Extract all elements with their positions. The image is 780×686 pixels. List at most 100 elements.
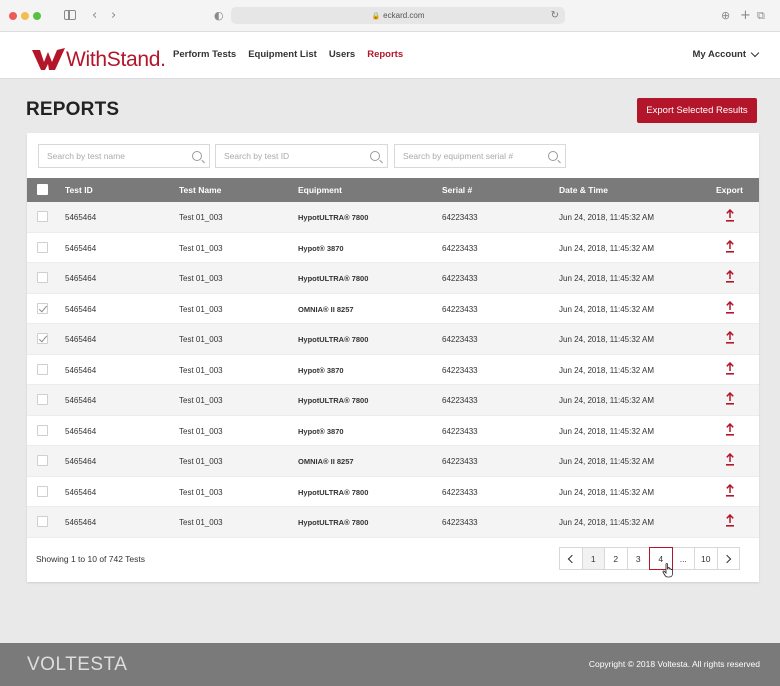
upload-icon[interactable] <box>725 483 735 498</box>
table-row[interactable]: 5465464 Test 01_003 HypotULTRA® 7800 642234… <box>27 324 759 355</box>
table-row[interactable]: 5465464 Test 01_003 HypotULTRA® 7800 642234… <box>27 385 759 416</box>
withstand-logo[interactable]: WithStand. <box>32 41 166 71</box>
footer-brand: VOLTESTA <box>27 654 128 675</box>
col-test-id[interactable]: Test ID <box>65 185 93 195</box>
upload-icon[interactable] <box>725 422 735 437</box>
nav-reports[interactable]: Reports <box>367 49 403 60</box>
table-row[interactable]: 5465464 Test 01_003 HypotULTRA® 7800 642234… <box>27 263 759 294</box>
cell-test-id: 5465464 <box>65 274 97 283</box>
cell-test-id: 5465464 <box>65 396 97 405</box>
reports-card: Search by test name Search by test ID Se… <box>27 133 759 582</box>
row-checkbox[interactable] <box>37 211 48 222</box>
upload-icon[interactable] <box>725 331 735 345</box>
nav-equipment-list[interactable]: Equipment List <box>248 49 317 60</box>
upload-icon[interactable] <box>725 453 735 467</box>
upload-icon[interactable] <box>725 209 735 223</box>
address-bar[interactable]: 🔒 eckard.com ↻ <box>231 7 565 24</box>
col-test-name[interactable]: Test Name <box>179 185 221 195</box>
cell-serial: 64223433 <box>442 304 478 314</box>
search-test-name-input[interactable]: Search by test name <box>38 144 210 168</box>
row-checkbox[interactable] <box>37 424 48 436</box>
row-checkbox[interactable] <box>37 516 48 527</box>
upload-icon[interactable] <box>725 361 735 376</box>
sidebar-toggle-icon[interactable] <box>64 10 76 20</box>
main-nav: Perform Tests Equipment List Users Repor… <box>173 49 403 60</box>
col-equipment[interactable]: Equipment <box>298 185 342 195</box>
cell-serial: 64223433 <box>442 518 478 527</box>
download-icon[interactable]: ⊕ <box>721 8 730 24</box>
nav-users[interactable]: Users <box>329 49 355 60</box>
export-selected-button[interactable]: Export Selected Results <box>637 98 757 123</box>
cell-serial: 64223433 <box>442 365 478 375</box>
page-title: REPORTS <box>26 99 120 120</box>
window-zoom-button[interactable] <box>33 12 41 20</box>
table-row[interactable]: 5465464 Test 01_003 OMNIA® II 8257 64223433… <box>27 294 759 324</box>
back-icon[interactable]: ‹ <box>92 8 97 24</box>
tabs-overview-icon[interactable]: ⧉ <box>757 8 765 24</box>
upload-icon[interactable] <box>725 300 735 315</box>
nav-perform-tests[interactable]: Perform Tests <box>173 49 236 60</box>
cell-test-name: Test 01_003 <box>179 243 223 253</box>
forward-icon[interactable]: › <box>111 8 116 24</box>
app-header: WithStand. Perform Tests Equipment List … <box>0 32 780 79</box>
cell-date-time: Jun 24, 2018, 11:45:32 AM <box>559 213 655 222</box>
lock-icon: 🔒 <box>371 13 381 20</box>
next-page-button[interactable] <box>716 547 740 570</box>
page-3-button[interactable]: 3 <box>626 547 650 570</box>
prev-page-button[interactable] <box>559 547 583 570</box>
page-10-button[interactable]: 10 <box>694 547 718 570</box>
upload-icon[interactable] <box>725 392 735 406</box>
cell-test-name: Test 01_003 <box>179 274 223 283</box>
table-row[interactable]: 5465464 Test 01_003 Hypot® 3870 64223433 Jun… <box>27 355 759 385</box>
upload-icon[interactable] <box>725 270 735 284</box>
upload-icon[interactable] <box>725 514 735 528</box>
table-row[interactable]: 5465464 Test 01_003 OMNIA® II 8257 64223433… <box>27 446 759 477</box>
cell-serial: 64223433 <box>442 457 478 466</box>
new-tab-icon[interactable]: + <box>740 8 751 24</box>
my-account-menu[interactable]: My Account <box>692 48 760 60</box>
search-serial-input[interactable]: Search by equipment serial # <box>394 144 566 168</box>
col-export: Export <box>716 185 743 195</box>
reload-icon[interactable]: ↻ <box>551 7 559 24</box>
chevron-down-icon <box>750 48 760 58</box>
row-checkbox[interactable] <box>37 485 48 497</box>
cell-serial: 64223433 <box>442 335 478 344</box>
privacy-shield-icon[interactable]: ◐ <box>214 8 224 24</box>
row-checkbox[interactable] <box>37 241 48 253</box>
cell-test-name: Test 01_003 <box>179 426 223 436</box>
table-row[interactable]: 5465464 Test 01_003 HypotULTRA® 7800 642234… <box>27 507 759 538</box>
cell-test-name: Test 01_003 <box>179 304 223 314</box>
cell-serial: 64223433 <box>442 213 478 222</box>
col-serial[interactable]: Serial # <box>442 185 472 195</box>
row-checkbox[interactable] <box>37 272 48 283</box>
row-checkbox[interactable] <box>37 394 48 405</box>
table-row[interactable]: 5465464 Test 01_003 Hypot® 3870 64223433 Jun… <box>27 416 759 446</box>
window-close-button[interactable] <box>9 12 17 20</box>
cell-test-id: 5465464 <box>65 335 97 344</box>
cell-equipment: Hypot® 3870 <box>298 426 344 436</box>
row-checkbox[interactable] <box>37 333 48 344</box>
cell-test-name: Test 01_003 <box>179 457 223 466</box>
cell-test-id: 5465464 <box>65 487 97 497</box>
row-checkbox[interactable] <box>37 455 48 466</box>
cell-equipment: OMNIA® II 8257 <box>298 304 354 314</box>
select-all-checkbox[interactable] <box>37 184 48 195</box>
search-test-id-input[interactable]: Search by test ID <box>215 144 388 168</box>
table-row[interactable]: 5465464 Test 01_003 Hypot® 3870 64223433 Jun… <box>27 233 759 263</box>
cell-test-id: 5465464 <box>65 518 97 527</box>
row-checkbox[interactable] <box>37 363 48 375</box>
page-1-button[interactable]: 1 <box>581 547 605 570</box>
cell-date-time: Jun 24, 2018, 11:45:32 AM <box>559 487 655 497</box>
col-date-time[interactable]: Date & Time <box>559 185 608 195</box>
window-minimize-button[interactable] <box>21 12 29 20</box>
table-row[interactable]: 5465464 Test 01_003 HypotULTRA® 7800 642234… <box>27 202 759 233</box>
upload-icon[interactable] <box>725 239 735 254</box>
table-header: Test ID Test Name Equipment Serial # Dat… <box>27 178 759 202</box>
page-2-button[interactable]: 2 <box>604 547 628 570</box>
search-icon <box>370 151 380 161</box>
my-account-label: My Account <box>692 49 746 60</box>
search-test-id-placeholder: Search by test ID <box>224 151 290 161</box>
cell-equipment: Hypot® 3870 <box>298 243 344 253</box>
row-checkbox[interactable] <box>37 302 48 314</box>
table-row[interactable]: 5465464 Test 01_003 HypotULTRA® 7800 642234… <box>27 477 759 507</box>
